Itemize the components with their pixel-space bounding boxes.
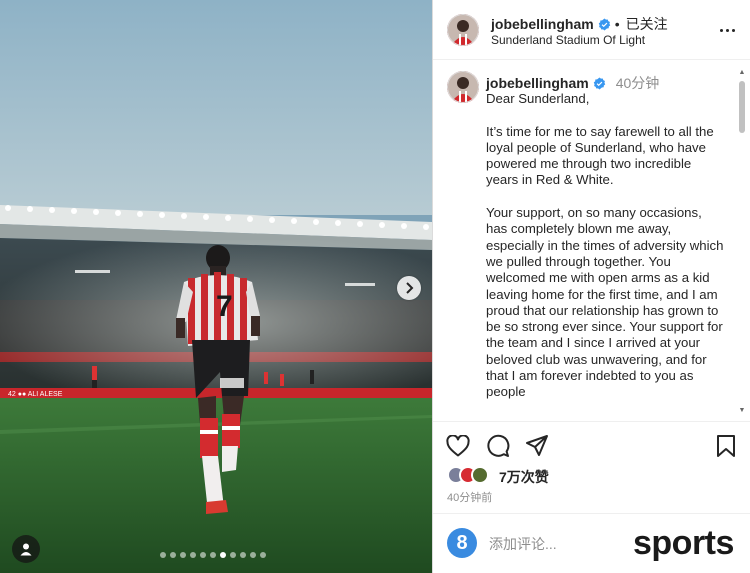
more-options-icon bbox=[719, 28, 723, 32]
scroll-up-arrow[interactable]: ▲ bbox=[738, 69, 746, 77]
avatar[interactable] bbox=[447, 14, 479, 46]
emoji-icon: 8 bbox=[456, 531, 468, 554]
caption-username[interactable]: jobebellingham bbox=[486, 75, 589, 91]
caption-text: Dear Sunderland, It’s time for me to say… bbox=[486, 91, 726, 417]
carousel-dot[interactable] bbox=[240, 552, 246, 558]
carousel-indicator bbox=[160, 552, 266, 558]
scroll-down-arrow[interactable]: ▼ bbox=[738, 407, 746, 415]
user-tag-icon bbox=[20, 543, 32, 556]
follow-status-button[interactable]: 已关注 bbox=[626, 14, 668, 34]
chevron-right-icon bbox=[406, 282, 414, 294]
username-link[interactable]: jobebellingham bbox=[491, 16, 594, 32]
instagram-post-view: 42 ●● ALI ALESE 7 jobebellingham • 已关注 S… bbox=[0, 0, 750, 573]
avatar bbox=[471, 466, 489, 484]
ad-board-text: 42 ●● ALI ALESE bbox=[8, 391, 63, 398]
carousel-dot[interactable] bbox=[200, 552, 206, 558]
comment-input[interactable] bbox=[489, 533, 629, 555]
liker-avatars[interactable] bbox=[447, 466, 497, 486]
caption-paragraph: It’s time for me to say farewell to all … bbox=[486, 123, 714, 188]
carousel-dot[interactable] bbox=[260, 552, 266, 558]
action-bar: 7万次赞 40分钟前 bbox=[433, 421, 750, 511]
share-button[interactable] bbox=[524, 433, 550, 459]
comments-scrollbar[interactable]: ▲ ▼ bbox=[738, 69, 746, 415]
carousel-dot[interactable] bbox=[230, 552, 236, 558]
comment-button[interactable] bbox=[485, 433, 511, 459]
location-link[interactable]: Sunderland Stadium Of Light bbox=[491, 33, 645, 47]
paper-plane-icon bbox=[526, 435, 548, 456]
heart-icon bbox=[446, 435, 470, 457]
comment-bubble-icon bbox=[487, 434, 510, 457]
verified-badge-icon bbox=[593, 77, 606, 90]
caption-paragraph: Your support, on so many occasions, has … bbox=[486, 205, 724, 400]
verified-badge-icon bbox=[598, 18, 611, 31]
carousel-dot[interactable] bbox=[250, 552, 256, 558]
post-side-panel: jobebellingham • 已关注 Sunderland Stadium … bbox=[432, 0, 750, 573]
save-button[interactable] bbox=[713, 433, 739, 459]
watermark: sports bbox=[633, 524, 734, 562]
next-slide-button[interactable] bbox=[397, 276, 421, 300]
caption-avatar[interactable] bbox=[447, 71, 479, 103]
caption-header: jobebellingham 40分钟 bbox=[486, 73, 659, 93]
post-media[interactable]: 42 ●● ALI ALESE 7 bbox=[0, 0, 432, 573]
comment-composer: 8 sports bbox=[433, 513, 750, 573]
post-timestamp: 40分钟前 bbox=[447, 492, 493, 504]
user-tag-button[interactable] bbox=[12, 535, 40, 563]
scroll-thumb[interactable] bbox=[739, 81, 745, 133]
carousel-dot[interactable] bbox=[160, 552, 166, 558]
more-options-button[interactable] bbox=[716, 20, 738, 40]
post-header: jobebellingham • 已关注 Sunderland Stadium … bbox=[433, 0, 750, 60]
like-count[interactable]: 7万次赞 bbox=[499, 467, 549, 487]
stadium-photo: 42 ●● ALI ALESE 7 bbox=[0, 0, 432, 573]
carousel-dot[interactable] bbox=[170, 552, 176, 558]
shirt-number: 7 bbox=[216, 290, 233, 323]
header-user-line: jobebellingham • 已关注 bbox=[491, 14, 668, 34]
carousel-dot[interactable] bbox=[210, 552, 216, 558]
comments-section[interactable]: jobebellingham 40分钟 Dear Sunderland, It’… bbox=[433, 61, 750, 420]
carousel-dot[interactable] bbox=[190, 552, 196, 558]
caption-greeting: Dear Sunderland, bbox=[486, 91, 590, 106]
emoji-button[interactable]: 8 bbox=[447, 528, 477, 558]
carousel-dot[interactable] bbox=[220, 552, 226, 558]
bookmark-icon bbox=[717, 435, 735, 457]
caption-time: 40分钟 bbox=[615, 75, 660, 91]
carousel-dot[interactable] bbox=[180, 552, 186, 558]
like-button[interactable] bbox=[445, 433, 471, 459]
